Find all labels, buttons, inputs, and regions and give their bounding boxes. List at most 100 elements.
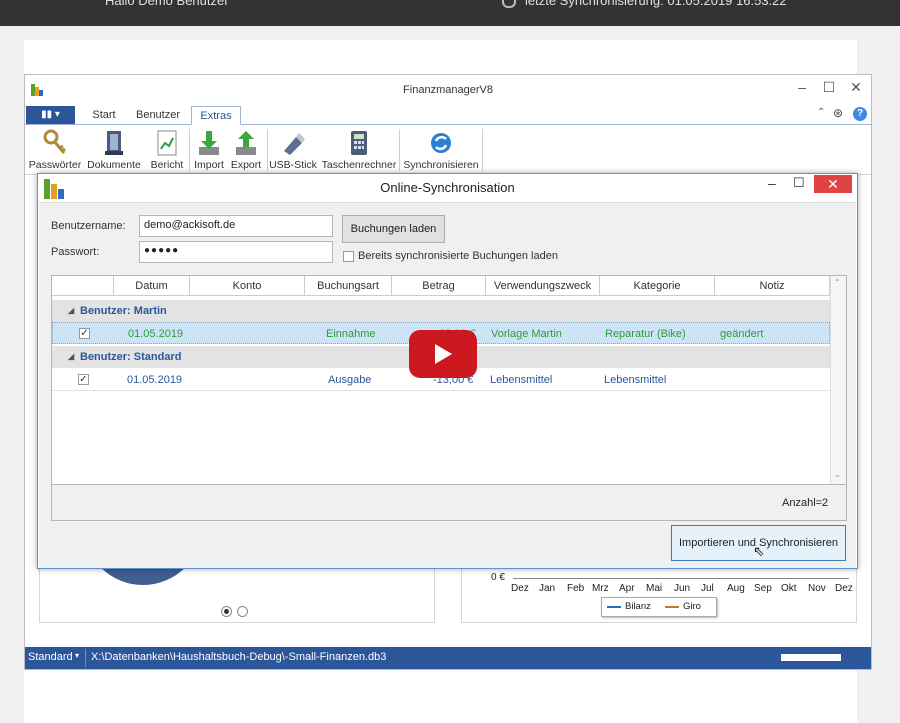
scroll-up-icon[interactable]: ⌃ (834, 278, 841, 287)
file-menu-button[interactable]: ▮▮ ▾ (26, 106, 75, 124)
export-button[interactable]: Export (227, 127, 265, 173)
ribbon-separator (399, 129, 400, 171)
month-label: Jun (674, 583, 691, 594)
row-checkbox[interactable]: ✓ (78, 374, 89, 385)
grid-scrollbar[interactable]: ⌃ ⌄ (830, 276, 846, 484)
window-title: FinanzmanagerV8 (403, 84, 493, 96)
month-label: Jan (539, 583, 556, 594)
tab-extras[interactable]: Extras (191, 106, 241, 125)
database-path: X:\Datenbanken\Haushaltsbuch-Debug\-Smal… (91, 651, 387, 663)
cell-verwendungszweck: Vorlage Martin (491, 328, 562, 340)
report-button[interactable]: Bericht (147, 127, 187, 173)
load-bookings-button[interactable]: Buchungen laden (342, 215, 445, 243)
cell-buchungsart: Einnahme (326, 328, 376, 340)
page-dot-2[interactable] (237, 606, 248, 617)
usb-icon (284, 133, 305, 155)
cell-datum: 01.05.2019 (127, 374, 183, 386)
month-label: Dez (835, 583, 853, 594)
report-label: Bericht (150, 159, 184, 171)
close-icon[interactable]: ✕ (814, 175, 852, 193)
greeting-text: Hallo Demo Benutzer (105, 0, 229, 8)
load-synced-checkbox[interactable] (343, 251, 354, 262)
sync-icon (431, 133, 451, 153)
group-header-martin[interactable]: ◢ Benutzer: Martin (52, 300, 830, 322)
binoculars-icon[interactable]: ⊛ (833, 106, 843, 120)
month-label: Nov (808, 583, 826, 594)
export-label: Export (230, 159, 262, 171)
month-label: Dez (511, 583, 529, 594)
cell-datum: 01.05.2019 (128, 328, 184, 340)
usb-stick-label: USB-Stick (269, 159, 317, 171)
synchronize-button[interactable]: Synchronisieren (401, 127, 481, 173)
column-header-notiz[interactable]: Notiz (715, 276, 830, 296)
column-header-datum[interactable]: Datum (114, 276, 190, 296)
month-label: Apr (619, 583, 635, 594)
tab-start[interactable]: Start (85, 106, 123, 125)
usb-stick-button[interactable]: USB-Stick (269, 127, 317, 173)
legend-bilanz: Bilanz (625, 601, 651, 612)
help-icon[interactable]: ? (853, 107, 867, 121)
legend-swatch-giro (665, 606, 679, 608)
legend-giro: Giro (683, 601, 701, 612)
month-label: Feb (567, 583, 585, 594)
ribbon-separator (267, 129, 268, 171)
y-axis-tick: 0 € (491, 572, 505, 583)
group-label: Benutzer: Martin (80, 305, 167, 317)
chevron-down-icon[interactable]: ▾ (75, 651, 79, 660)
page-dot-1[interactable] (221, 606, 232, 617)
month-label: Okt (781, 583, 797, 594)
report-icon (157, 130, 177, 156)
column-header-konto[interactable]: Konto (190, 276, 305, 296)
scroll-down-icon[interactable]: ⌄ (834, 470, 841, 479)
maximize-icon[interactable]: ☐ (820, 79, 838, 96)
minimize-icon[interactable]: – (793, 79, 811, 95)
cell-kategorie: Lebensmittel (604, 374, 667, 386)
calculator-label: Taschenrechner (321, 159, 397, 171)
x-axis-line (513, 578, 849, 579)
collapse-triangle-icon[interactable]: ◢ (68, 346, 74, 368)
calculator-icon (351, 131, 367, 155)
column-header-verwendungszweck[interactable]: Verwendungszweck (486, 276, 600, 296)
ribbon-toolbar: Passwörter Dokumente Bericht Import Expo… (25, 125, 871, 175)
tab-benutzer[interactable]: Benutzer (133, 106, 183, 125)
collapse-ribbon-icon[interactable]: ⌃ (817, 107, 825, 118)
collapse-triangle-icon[interactable]: ◢ (68, 300, 74, 322)
last-sync-text: letzte Synchronisierung: 01.05.2019 16:5… (525, 0, 787, 8)
column-header-select (52, 276, 114, 296)
grid-header: Datum Konto Buchungsart Betrag Verwendun… (52, 276, 830, 296)
documents-label: Dokumente (87, 159, 141, 171)
calculator-button[interactable]: Taschenrechner (319, 127, 399, 173)
import-button[interactable]: Import (191, 127, 227, 173)
chart-legend: Bilanz Giro (601, 597, 717, 617)
password-label: Passwort: (51, 246, 100, 258)
close-icon[interactable]: ✕ (847, 79, 865, 96)
profile-selector[interactable]: Standard (28, 651, 73, 663)
passwords-button[interactable]: Passwörter (27, 127, 83, 173)
group-label: Benutzer: Standard (80, 351, 182, 363)
cell-verwendungszweck: Lebensmittel (490, 374, 553, 386)
load-synced-label: Bereits synchronisierte Buchungen laden (358, 250, 558, 262)
progress-bar (781, 654, 841, 661)
username-input[interactable]: demo@ackisoft.de (139, 215, 333, 237)
column-header-buchungsart[interactable]: Buchungsart (305, 276, 392, 296)
dialog-body: Benutzername: demo@ackisoft.de Passwort:… (39, 202, 856, 568)
import-icon (199, 131, 219, 155)
ribbon-separator (189, 129, 190, 171)
password-input[interactable]: ●●●●● (139, 241, 333, 263)
export-icon (236, 131, 256, 155)
row-checkbox[interactable]: ✓ (79, 328, 90, 339)
month-label: Mai (646, 583, 663, 594)
column-header-betrag[interactable]: Betrag (392, 276, 486, 296)
dialog-title: Online-Synchronisation (380, 180, 515, 195)
video-play-icon[interactable] (409, 330, 477, 378)
ribbon-tabs: ▮▮ ▾ Start Benutzer Extras ⌃ ⊛ ? (25, 105, 871, 125)
column-header-kategorie[interactable]: Kategorie (600, 276, 715, 296)
bookings-grid: Datum Konto Buchungsart Betrag Verwendun… (51, 275, 847, 485)
minimize-icon[interactable]: – (768, 175, 776, 191)
window-titlebar: FinanzmanagerV8 – ☐ ✕ (25, 75, 871, 105)
documents-button[interactable]: Dokumente (83, 127, 145, 173)
maximize-icon[interactable]: ☐ (793, 175, 805, 191)
status-divider (85, 649, 86, 667)
legend-swatch-bilanz (607, 606, 621, 608)
summary-bar: Anzahl=2 (51, 485, 847, 521)
